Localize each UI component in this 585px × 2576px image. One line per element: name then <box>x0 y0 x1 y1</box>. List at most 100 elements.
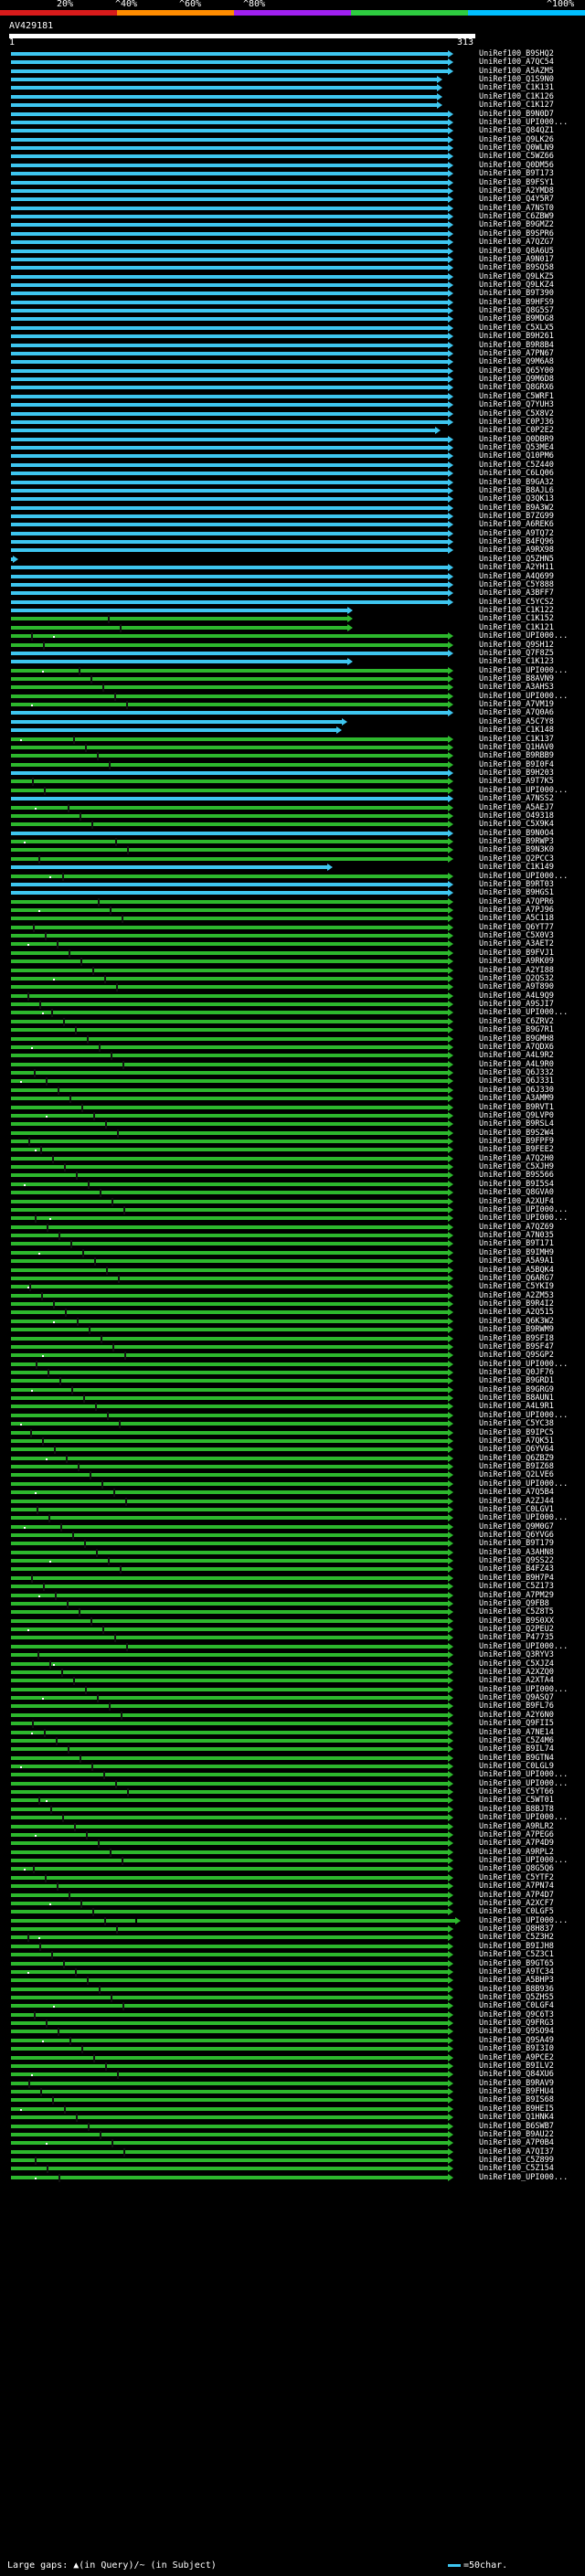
hit-row[interactable]: UniRef100_A2XTA4 <box>0 1677 585 1686</box>
hit-row[interactable]: UniRef100_B9HGS1 <box>0 889 585 897</box>
hit-row[interactable]: UniRef100_A9T890 <box>0 983 585 992</box>
hit-row[interactable]: UniRef100_UPI000... <box>0 632 585 641</box>
hit-label[interactable]: UniRef100_C1K149 <box>479 864 554 872</box>
hit-label[interactable]: UniRef100_C5YC38 <box>479 1420 554 1428</box>
hit-row[interactable]: UniRef100_C5X9K4 <box>0 821 585 830</box>
hit-label[interactable]: UniRef100_UPI000... <box>479 1514 568 1522</box>
hit-row[interactable]: UniRef100_B9FEE2 <box>0 1146 585 1155</box>
hit-row[interactable]: UniRef100_A7P4D9 <box>0 1839 585 1849</box>
hit-row[interactable]: UniRef100_C0LGF4 <box>0 2002 585 2011</box>
hit-row[interactable]: UniRef100_UPI000... <box>0 1771 585 1780</box>
hit-row[interactable]: UniRef100_B9RBB9 <box>0 752 585 761</box>
hit-row[interactable]: UniRef100_A4L9R2 <box>0 1052 585 1061</box>
hit-label[interactable]: UniRef100_C5Z173 <box>479 1583 554 1591</box>
hit-row[interactable]: UniRef100_C6LQ06 <box>0 470 585 478</box>
hit-label[interactable]: UniRef100_C5Z8T5 <box>479 1608 554 1617</box>
hit-label[interactable]: UniRef100_Q3QK13 <box>479 495 554 504</box>
hit-label[interactable]: UniRef100_Q3RYV3 <box>479 1651 554 1659</box>
hit-row[interactable]: UniRef100_A7Q5B4 <box>0 1489 585 1498</box>
hit-row[interactable]: UniRef100_C0LGF5 <box>0 1908 585 1917</box>
hit-row[interactable]: UniRef100_A3AMM9 <box>0 1095 585 1104</box>
hit-label[interactable]: UniRef100_A6REK6 <box>479 521 554 529</box>
hit-row[interactable]: UniRef100_C5Z3C1 <box>0 1951 585 1960</box>
hit-label[interactable]: UniRef100_A7Q5B4 <box>479 1489 554 1497</box>
hit-row[interactable]: UniRef100_Q7YUH3 <box>0 401 585 409</box>
hit-row[interactable]: UniRef100_A6REK6 <box>0 521 585 529</box>
hit-row[interactable]: UniRef100_Q9M6A8 <box>0 358 585 366</box>
hit-label[interactable]: UniRef100_C0P2E2 <box>479 427 554 435</box>
hit-label[interactable]: UniRef100_UPI000... <box>479 2173 568 2182</box>
hit-label[interactable]: UniRef100_Q6YV64 <box>479 1446 554 1454</box>
hit-label[interactable]: UniRef100_Q9SGP2 <box>479 1352 554 1360</box>
hit-label[interactable]: UniRef100_A4L9R2 <box>479 1052 554 1060</box>
hit-row[interactable]: UniRef100_C5Z8T5 <box>0 1608 585 1617</box>
hit-row[interactable]: UniRef100_B9GRD1 <box>0 1377 585 1386</box>
hit-label[interactable]: UniRef100_Q84QZ1 <box>479 127 554 135</box>
hit-row[interactable]: UniRef100_UPI000... <box>0 1814 585 1823</box>
hit-label[interactable]: UniRef100_A7P0B4 <box>479 2139 554 2147</box>
hit-label[interactable]: UniRef100_B9RBB9 <box>479 752 554 760</box>
hit-row[interactable]: UniRef100_C0P2E2 <box>0 427 585 435</box>
hit-label[interactable]: UniRef100_A5BHP3 <box>479 1977 554 1985</box>
hit-row[interactable]: UniRef100_B9IL74 <box>0 1745 585 1754</box>
hit-label[interactable]: UniRef100_B9IL74 <box>479 1745 554 1754</box>
hit-label[interactable]: UniRef100_B9T390 <box>479 290 554 298</box>
hit-label[interactable]: UniRef100_C1K127 <box>479 101 554 110</box>
hit-label[interactable]: UniRef100_C5Z3C1 <box>479 1951 554 1959</box>
hit-row[interactable]: UniRef100_B9SQ58 <box>0 264 585 272</box>
hit-row[interactable]: UniRef100_A5A9A1 <box>0 1257 585 1267</box>
hit-label[interactable]: UniRef100_B9I3I0 <box>479 2045 554 2053</box>
hit-row[interactable]: UniRef100_Q3RYV3 <box>0 1651 585 1660</box>
hit-label[interactable]: UniRef100_Q4Y5R7 <box>479 196 554 204</box>
hit-row[interactable]: UniRef100_A9RK09 <box>0 958 585 967</box>
hit-label[interactable]: UniRef100_UPI000... <box>479 632 568 641</box>
hit-label[interactable]: UniRef100_UPI000... <box>479 1814 568 1822</box>
hit-label[interactable]: UniRef100_A9T890 <box>479 983 554 991</box>
hit-label[interactable]: UniRef100_A5C118 <box>479 915 554 923</box>
hit-row[interactable]: UniRef100_B9H261 <box>0 333 585 341</box>
hit-label[interactable]: UniRef100_B9GRD1 <box>479 1377 554 1385</box>
hit-row[interactable]: UniRef100_Q1HNK4 <box>0 2114 585 2123</box>
hit-row[interactable]: UniRef100_C5YKI9 <box>0 1283 585 1292</box>
hit-row[interactable]: UniRef100_C1K148 <box>0 726 585 735</box>
hit-row[interactable]: UniRef100_C1K149 <box>0 864 585 872</box>
hit-row[interactable]: UniRef100_Q9FII5 <box>0 1720 585 1729</box>
hit-label[interactable]: UniRef100_A3AMM9 <box>479 1095 554 1103</box>
hit-row[interactable]: UniRef100_Q4Y5R7 <box>0 196 585 204</box>
hit-label[interactable]: UniRef100_C1K148 <box>479 726 554 735</box>
hit-label[interactable]: UniRef100_A3BFF7 <box>479 589 554 598</box>
hit-row[interactable]: UniRef100_UPI000... <box>0 2173 585 2182</box>
hit-label[interactable]: UniRef100_C0LGF4 <box>479 2002 554 2010</box>
hit-label[interactable]: UniRef100_Q1HNK4 <box>479 2114 554 2122</box>
hit-row[interactable]: UniRef100_A7PN74 <box>0 1882 585 1892</box>
hit-row[interactable]: UniRef100_Q8GVA0 <box>0 1189 585 1198</box>
hit-label[interactable]: UniRef100_B9T173 <box>479 170 554 178</box>
hit-label[interactable]: UniRef100_A7PN74 <box>479 1882 554 1891</box>
hit-row[interactable]: UniRef100_A7QC54 <box>0 58 585 67</box>
hit-row[interactable]: UniRef100_C5Z173 <box>0 1583 585 1592</box>
hit-row[interactable]: UniRef100_B9RWM9 <box>0 1326 585 1335</box>
hit-label[interactable]: UniRef100_C5X9K4 <box>479 821 554 829</box>
hit-row[interactable]: UniRef100_C1K127 <box>0 101 585 110</box>
hit-row[interactable]: UniRef100_A3BFF7 <box>0 589 585 598</box>
hit-label[interactable]: UniRef100_C0LGF5 <box>479 1908 554 1916</box>
hit-row[interactable]: UniRef100_UPI000... <box>0 1214 585 1224</box>
hit-label[interactable]: UniRef100_UPI000... <box>479 1214 568 1223</box>
hit-row[interactable]: UniRef100_A5BHP3 <box>0 1977 585 1986</box>
hit-row[interactable]: UniRef100_B9RSL4 <box>0 1120 585 1129</box>
hit-label[interactable]: UniRef100_Q8GVA0 <box>479 1189 554 1197</box>
hit-row[interactable]: UniRef100_A7NSS2 <box>0 795 585 803</box>
hit-label[interactable]: UniRef100_UPI000... <box>479 1771 568 1779</box>
hit-label[interactable]: UniRef100_C6LQ06 <box>479 470 554 478</box>
hit-row[interactable]: UniRef100_UPI000... <box>0 1514 585 1523</box>
hit-label[interactable]: UniRef100_B9SQ58 <box>479 264 554 272</box>
hit-label[interactable]: UniRef100_Q9FII5 <box>479 1720 554 1728</box>
hit-row[interactable]: UniRef100_C1K123 <box>0 658 585 666</box>
hit-label[interactable]: UniRef100_B9G7R1 <box>479 1026 554 1034</box>
hit-row[interactable]: UniRef100_B9I3I0 <box>0 2045 585 2054</box>
hit-row[interactable]: UniRef100_B9G7R1 <box>0 1026 585 1035</box>
hit-label[interactable]: UniRef100_A7P4D9 <box>479 1839 554 1848</box>
hit-row[interactable]: UniRef100_A5C118 <box>0 915 585 924</box>
hit-label[interactable]: UniRef100_B9HGS1 <box>479 889 554 897</box>
hit-label[interactable]: UniRef100_A2XTA4 <box>479 1677 554 1685</box>
